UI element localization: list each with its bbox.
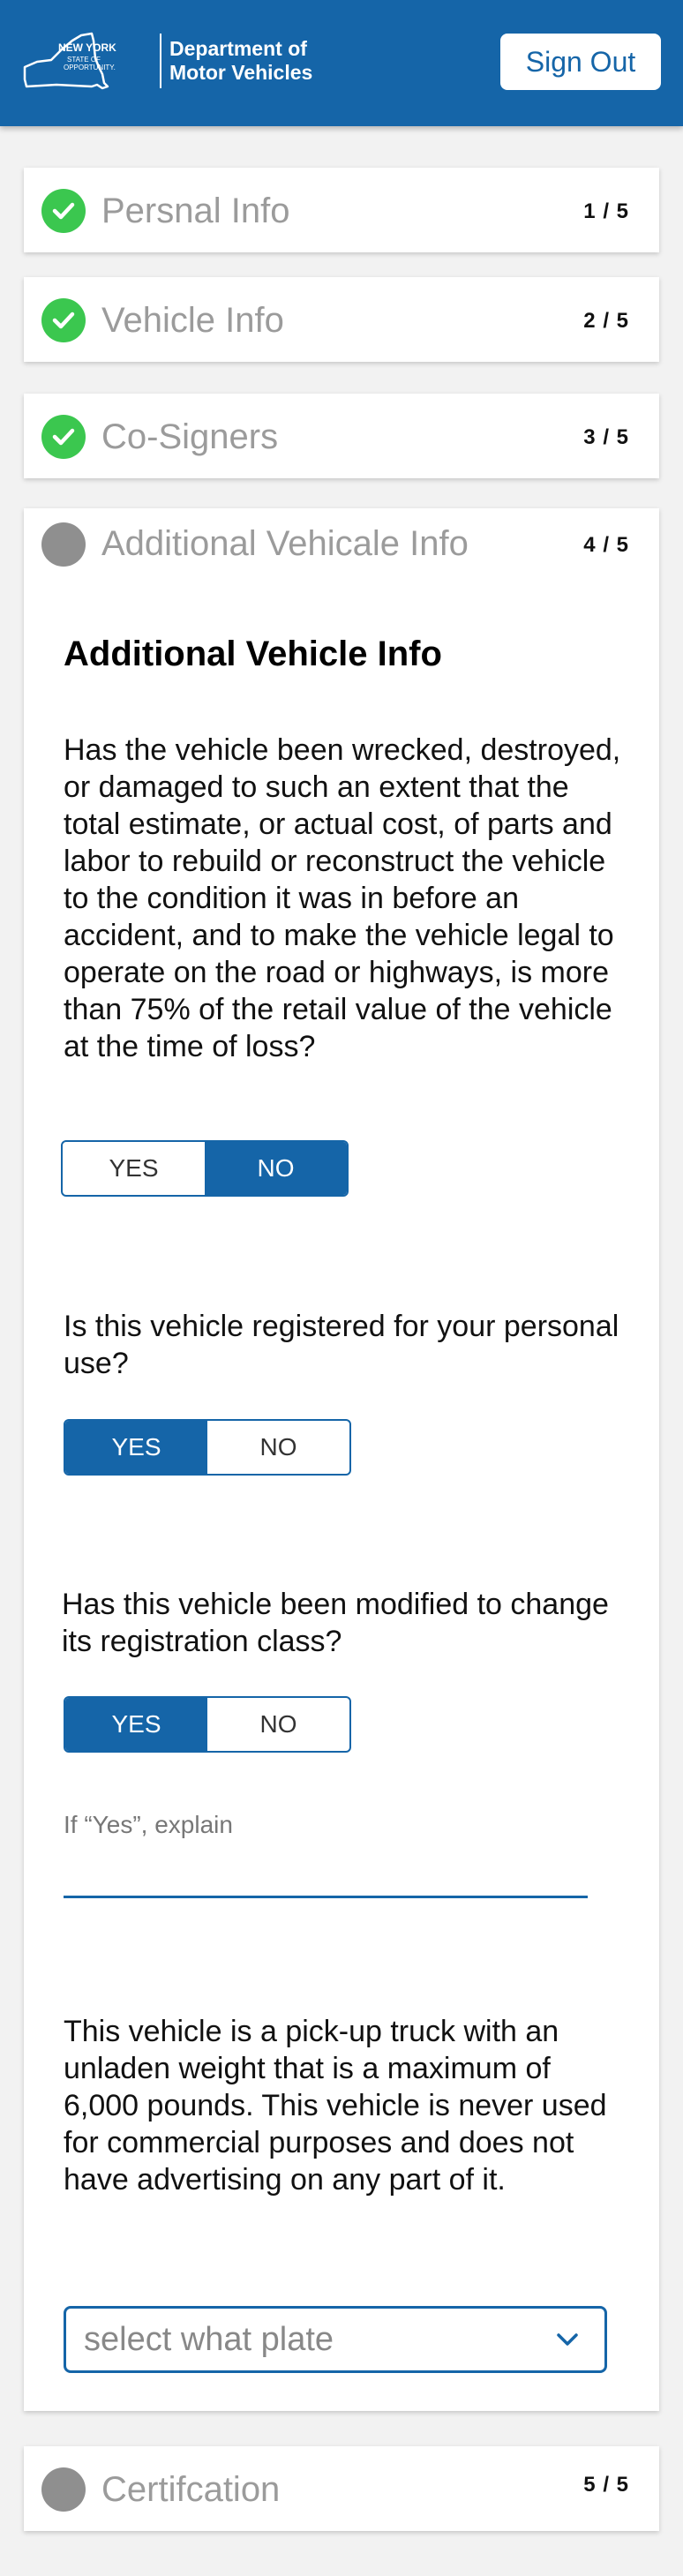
wrecked-yes-option[interactable]: YES	[63, 1142, 205, 1195]
wrecked-yes-no-toggle: YES NO	[61, 1140, 349, 1197]
sign-out-button[interactable]: Sign Out	[500, 34, 661, 90]
plate-select[interactable]: select what plate	[64, 2306, 607, 2373]
check-icon	[41, 189, 86, 233]
check-icon	[41, 415, 86, 459]
modified-yes-option[interactable]: YES	[65, 1698, 207, 1751]
logo-divider	[160, 34, 161, 88]
section-heading: Additional Vehicle Info	[64, 635, 442, 673]
step-card-vehicle-info[interactable]: Vehicle Info 2 / 5	[24, 277, 659, 362]
step-header[interactable]: Vehicle Info 2 / 5	[24, 277, 659, 362]
department-line-1: Department of	[169, 37, 307, 60]
wrecked-no-option[interactable]: NO	[205, 1142, 347, 1195]
step-count: 4 / 5	[583, 533, 629, 557]
step-title: Additional Vehicale Info	[101, 524, 469, 563]
question-modified-text: Has this vehicle been modified to change…	[62, 1588, 609, 1658]
logo-line-new-york: NEW YORK	[58, 41, 116, 54]
step-title: Certifcation	[101, 2470, 281, 2509]
pending-circle-icon	[41, 2467, 86, 2512]
check-icon	[41, 298, 86, 342]
department-line-2: Motor Vehicles	[169, 61, 313, 84]
question-personal-use-text: Is this vehicle registered for your pers…	[64, 1310, 619, 1380]
explain-input[interactable]	[64, 1850, 588, 1898]
step-count: 2 / 5	[583, 309, 629, 333]
step-card-additional-vehicle-info: Additional Vehicale Info 4 / 5 Additiona…	[24, 508, 659, 2411]
explain-label: If “Yes”, explain	[64, 1811, 233, 1838]
personal-use-no-option[interactable]: NO	[207, 1421, 349, 1474]
plate-select-placeholder: select what plate	[84, 2320, 334, 2358]
step-count: 1 / 5	[583, 199, 629, 223]
step-card-personal-info[interactable]: Persnal Info 1 / 5	[24, 168, 659, 252]
step-card-certification[interactable]: Certifcation 5 / 5	[24, 2446, 659, 2531]
question-wrecked-text: Has the vehicle been wrecked, destroyed,…	[64, 733, 621, 1063]
step-title: Co-Signers	[101, 417, 279, 456]
app-header: NEW YORK STATE OF OPPORTUNITY. Departmen…	[0, 0, 683, 126]
vehicle-description-text: This vehicle is a pick-up truck with an …	[64, 2015, 607, 2197]
personal-use-yes-no-toggle: YES NO	[64, 1419, 351, 1476]
step-title: Persnal Info	[101, 192, 290, 230]
nys-logo: NEW YORK STATE OF OPPORTUNITY.	[23, 32, 116, 90]
logo-line-state-of: STATE OF	[67, 56, 101, 64]
personal-use-yes-option[interactable]: YES	[65, 1421, 207, 1474]
step-count: 3 / 5	[583, 425, 629, 449]
step-title: Vehicle Info	[101, 301, 284, 340]
step-header[interactable]: Co-Signers 3 / 5	[24, 394, 659, 478]
department-name: Department of Motor Vehicles	[169, 37, 312, 85]
modified-no-option[interactable]: NO	[207, 1698, 349, 1751]
logo-line-opportunity: OPPORTUNITY.	[64, 64, 116, 71]
step-card-co-signers[interactable]: Co-Signers 3 / 5	[24, 394, 659, 478]
modified-yes-no-toggle: YES NO	[64, 1696, 351, 1753]
step-header[interactable]: Additional Vehicale Info 4 / 5	[24, 508, 659, 588]
pending-circle-icon	[41, 522, 86, 567]
step-header[interactable]: Certifcation 5 / 5	[24, 2446, 659, 2531]
chevron-down-icon	[557, 2333, 578, 2346]
step-header[interactable]: Persnal Info 1 / 5	[24, 168, 659, 252]
step-count: 5 / 5	[583, 2473, 629, 2497]
